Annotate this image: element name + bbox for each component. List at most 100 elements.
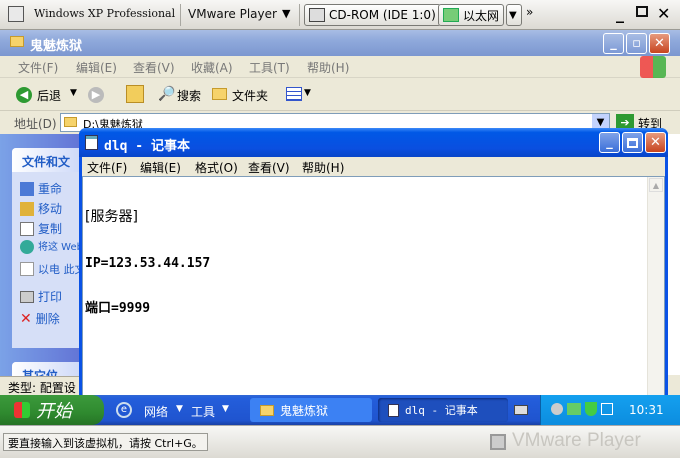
notepad-menubar: 文件(F) 编辑(E) 格式(O) 查看(V) 帮助(H) xyxy=(82,157,665,176)
explorer-menubar: 文件(F) 编辑(E) 查看(V) 收藏(A) 工具(T) 帮助(H) xyxy=(0,56,680,78)
quicklaunch-ie-icon[interactable]: e xyxy=(116,402,132,418)
explorer-titlebar[interactable]: 鬼魅炼狱 _ ▫ ✕ xyxy=(0,30,680,56)
network-adapter-button[interactable]: 以太网 xyxy=(438,4,505,26)
search-icon[interactable]: 🔎 xyxy=(158,86,175,102)
notepad-icon xyxy=(85,135,98,150)
menu-help[interactable]: 帮助(H) xyxy=(307,59,349,76)
task-move[interactable]: 移动 xyxy=(20,200,62,217)
shield-icon[interactable] xyxy=(585,402,597,416)
vmware-toolbar: Windows XP Professional VMware Player ▼ … xyxy=(0,0,680,30)
restore-icon[interactable] xyxy=(636,6,648,17)
text-line: 端口=9999 xyxy=(85,301,151,316)
tray-app-icon[interactable] xyxy=(601,403,613,415)
windows-logo-icon xyxy=(640,56,666,78)
menu-file[interactable]: 文件(F) xyxy=(18,59,58,76)
explorer-restore-button[interactable]: ▫ xyxy=(626,33,647,54)
np-menu-edit[interactable]: 编辑(E) xyxy=(140,159,181,176)
vmware-brand: VMware Player xyxy=(512,430,641,451)
explorer-toolbar: ◀ 后退 ▼ ▶ 🔎 搜索 文件夹 ▼ xyxy=(0,79,680,111)
back-arrow-icon[interactable]: ◀ xyxy=(16,87,32,103)
explorer-title: 鬼魅炼狱 xyxy=(30,39,83,54)
folders-button[interactable]: 文件夹 xyxy=(232,87,268,104)
up-folder-icon[interactable] xyxy=(126,85,144,103)
delete-icon: ✕ xyxy=(20,310,32,327)
cdrom-icon xyxy=(309,8,325,22)
chevron-down-icon[interactable]: ▼ xyxy=(282,7,290,20)
task-explorer[interactable]: 鬼魅炼狱 xyxy=(250,398,372,422)
copy-icon xyxy=(20,221,34,236)
notepad-titlebar[interactable]: dlq - 记事本 _ ✕ xyxy=(79,128,668,157)
close-icon[interactable]: ✕ xyxy=(657,4,670,23)
notepad-icon xyxy=(388,403,399,417)
system-tray: 10:31 xyxy=(540,395,680,425)
folder-icon xyxy=(64,117,77,127)
explorer-close-button[interactable]: ✕ xyxy=(649,33,670,54)
vm-os-name: Windows XP Professional xyxy=(34,7,176,20)
np-menu-format[interactable]: 格式(O) xyxy=(195,159,238,176)
vmware-logo-icon xyxy=(490,434,506,450)
np-menu-view[interactable]: 查看(V) xyxy=(248,159,290,176)
status-text: 类型: 配置设 xyxy=(8,381,76,395)
windows-flag-icon xyxy=(14,402,30,418)
search-button[interactable]: 搜索 xyxy=(177,87,201,104)
notepad-close-button[interactable]: ✕ xyxy=(645,132,666,153)
volume-icon[interactable] xyxy=(551,403,563,415)
vertical-scrollbar[interactable]: ▲ xyxy=(647,177,664,395)
text-line: IP=123.53.44.157 xyxy=(85,256,211,271)
notepad-minimize-button[interactable]: _ xyxy=(599,132,620,153)
vm-status-message: 要直接输入到该虚拟机，请按 Ctrl+G。 xyxy=(3,433,208,451)
views-icon[interactable] xyxy=(286,87,302,101)
task-delete[interactable]: ✕ 删除 xyxy=(20,310,60,327)
email-icon xyxy=(20,262,34,276)
forward-arrow-icon[interactable]: ▶ xyxy=(88,87,104,103)
task-pane: 文件和文 重命 移动 复制 将这 Web 以电 此文 打印 ✕删除 其它位 xyxy=(0,134,92,402)
cdrom-button[interactable]: CD-ROM (IDE 1:0) xyxy=(304,4,441,26)
taskbar: 开始 e 网络 ▼ 工具 ▼ 鬼魅炼狱 dlq - 记事本 10:31 xyxy=(0,395,680,425)
scroll-up-icon[interactable]: ▲ xyxy=(649,178,663,192)
menu-edit[interactable]: 编辑(E) xyxy=(76,59,117,76)
minimize-icon[interactable]: _ xyxy=(616,4,624,23)
explorer-statusbar: 类型: 配置设 xyxy=(0,376,80,395)
menu-tools[interactable]: 工具(T) xyxy=(249,59,290,76)
vmware-statusbar: 要直接输入到该虚拟机，请按 Ctrl+G。 VMware Player xyxy=(0,425,680,458)
clock[interactable]: 10:31 xyxy=(629,403,664,417)
task-rename[interactable]: 重命 xyxy=(20,180,62,197)
menu-view[interactable]: 查看(V) xyxy=(133,59,175,76)
vmware-player-menu[interactable]: VMware Player xyxy=(188,7,277,21)
back-dropdown-icon[interactable]: ▼ xyxy=(70,88,77,98)
folder-icon xyxy=(260,404,274,416)
explorer-minimize-button[interactable]: _ xyxy=(603,33,624,54)
tray-network-icon[interactable] xyxy=(567,403,581,415)
globe-icon xyxy=(20,240,34,254)
menu-favorites[interactable]: 收藏(A) xyxy=(191,59,233,76)
network-card-icon xyxy=(443,8,459,22)
chevron-down-icon[interactable]: ▼ xyxy=(176,404,183,414)
notepad-text-area[interactable]: [服务器] IP=123.53.44.157 端口=9999 ▲ xyxy=(82,176,665,396)
tools-toolbar[interactable]: 工具 xyxy=(191,403,215,420)
network-toolbar[interactable]: 网络 xyxy=(144,403,168,420)
devices-dropdown[interactable]: ▼ xyxy=(506,4,522,26)
start-button[interactable]: 开始 xyxy=(0,395,104,425)
more-icon[interactable]: » xyxy=(526,5,533,19)
np-menu-file[interactable]: 文件(F) xyxy=(87,159,127,176)
folders-icon[interactable] xyxy=(212,88,227,100)
task-copy[interactable]: 复制 xyxy=(20,220,62,237)
chevron-down-icon[interactable]: ▼ xyxy=(222,404,229,414)
move-icon xyxy=(20,201,34,216)
task-notepad[interactable]: dlq - 记事本 xyxy=(378,398,508,422)
notepad-window: dlq - 记事本 _ ✕ 文件(F) 编辑(E) 格式(O) 查看(V) 帮助… xyxy=(79,128,668,396)
task-print[interactable]: 打印 xyxy=(20,288,62,305)
text-line: [服务器] xyxy=(85,209,138,225)
np-menu-help[interactable]: 帮助(H) xyxy=(302,159,344,176)
printer-icon xyxy=(20,290,34,303)
notepad-maximize-button[interactable] xyxy=(622,132,643,153)
rename-icon xyxy=(20,181,34,196)
notepad-title: dlq - 记事本 xyxy=(104,139,190,154)
address-label: 地址(D) xyxy=(14,117,57,131)
notepad-content: [服务器] IP=123.53.44.157 端口=9999 xyxy=(85,179,210,346)
back-button[interactable]: 后退 xyxy=(37,87,61,104)
vm-icon xyxy=(8,6,24,22)
keyboard-icon[interactable] xyxy=(514,405,528,415)
folder-icon xyxy=(10,36,24,47)
views-dropdown-icon[interactable]: ▼ xyxy=(304,88,311,98)
